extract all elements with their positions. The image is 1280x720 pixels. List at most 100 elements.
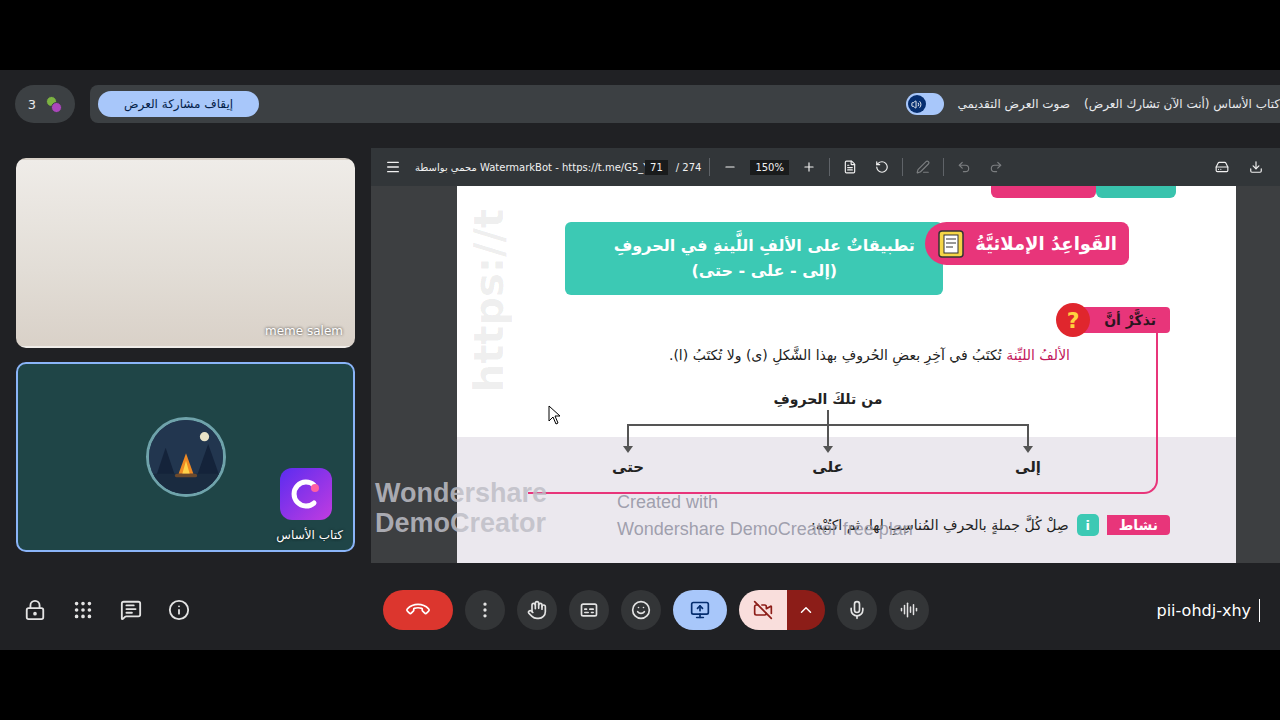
rule-box: الألفُ الليِّنة تُكتَبُ في آخِرِ بعضِ ال…: [528, 329, 1158, 494]
chevron-up-icon: [797, 601, 815, 619]
notebook-icon: [937, 229, 965, 259]
democreator-logo: [280, 468, 332, 520]
call-controls: pii-ohdj-xhy: [0, 580, 1280, 640]
rotate-icon: [875, 160, 889, 174]
lesson-title: تطبيقاتٌ على الألفِ اللَّينةِ في الحروفِ…: [565, 222, 943, 295]
fit-page-icon: [843, 160, 857, 174]
end-call-button[interactable]: [383, 590, 453, 630]
main-row: meme salem كتاب الأساس محمي بواسطة Waterma…: [0, 148, 1280, 563]
participant-count: 3: [28, 97, 36, 112]
tree-leaf: حتى: [528, 424, 728, 476]
meeting-stage: 3 إيقاف مشاركة العرض صوت العرض التقديمي كتا…: [0, 70, 1280, 650]
pdf-title: محمي بواسطة WatermarkBot - https://t.me/…: [415, 162, 656, 173]
raise-hand-button[interactable]: [517, 590, 557, 630]
camera-options-button[interactable]: [787, 590, 825, 630]
rotate-button[interactable]: [870, 155, 894, 179]
chat-button[interactable]: [119, 598, 143, 622]
activity-text: صِلْ كُلَّ جملةٍ بالحرفِ المُناسِبِ لها،…: [811, 517, 1069, 533]
more-button[interactable]: [465, 590, 505, 630]
zoom-input[interactable]: 150%: [750, 160, 789, 175]
campfire-icon: [149, 420, 223, 494]
camera-off-icon: [753, 600, 773, 620]
drive-icon: [1215, 160, 1229, 174]
captions-icon: [579, 600, 599, 620]
participant-name: كتاب الأساس: [276, 528, 343, 542]
sharing-bar: إيقاف مشاركة العرض صوت العرض التقديمي كتاب…: [90, 85, 1280, 123]
pen-icon: [916, 160, 930, 174]
zoom-out-button[interactable]: [718, 155, 742, 179]
page-input[interactable]: 71: [645, 160, 668, 175]
present-icon: [690, 600, 710, 620]
more-icon: [475, 600, 495, 620]
question-badge: ?: [1056, 303, 1090, 337]
remember-tag: تذكَّرْ أنَّ: [1082, 307, 1170, 333]
redo-button[interactable]: [984, 155, 1008, 179]
smile-icon: [631, 600, 651, 620]
participant-avatar: [146, 417, 226, 497]
letters-tree: من تلكَ الحروفِ إلىعلىحتى: [528, 391, 1128, 476]
download-icon: [1249, 160, 1263, 174]
camera-control: [739, 590, 825, 630]
reactions-button[interactable]: [621, 590, 661, 630]
sharing-notice: كتاب الأساس (أنت الآن تشارك العرض): [1084, 97, 1280, 111]
plus-icon: [802, 160, 816, 174]
participant-tile[interactable]: meme salem: [16, 158, 355, 348]
tree-leaf: إلى: [928, 424, 1128, 476]
menu-button[interactable]: [385, 155, 401, 179]
zoom-in-button[interactable]: [797, 155, 821, 179]
audio-level-button[interactable]: [889, 590, 929, 630]
activity-tag: نشاط: [1107, 515, 1170, 535]
undo-icon: [957, 160, 971, 174]
grid-icon: [72, 599, 94, 621]
tree-branch: إلىعلىحتى: [528, 424, 1128, 476]
democreator-logo-icon: [288, 476, 324, 512]
hand-icon: [527, 600, 547, 620]
participant-avatars-icon: [44, 94, 62, 114]
participant-tile[interactable]: كتاب الأساس: [16, 362, 355, 552]
camera-button[interactable]: [739, 590, 787, 630]
menu-icon: [385, 159, 401, 175]
rule-text: الألفُ الليِّنة تُكتَبُ في آخِرِ بعضِ ال…: [528, 347, 1156, 363]
present-button[interactable]: [673, 590, 727, 630]
captions-button[interactable]: [569, 590, 609, 630]
page-total: / 274: [676, 162, 702, 173]
letterbox-bottom: [0, 650, 1280, 720]
chat-icon: [120, 599, 142, 621]
pdf-page: https://tالقَواعِدُ الإملائيَّةُتطبيقاتٌ…: [457, 186, 1236, 563]
presentation-audio-label: صوت العرض التقديمي: [958, 97, 1070, 111]
recording-notice: Created withWondershare DemoCreator free…: [617, 489, 913, 543]
activity-badge: i: [1077, 514, 1099, 536]
toggle-knob: [908, 95, 926, 113]
screen: 3 إيقاف مشاركة العرض صوت العرض التقديمي كتا…: [0, 0, 1280, 720]
top-strip: [457, 186, 1236, 198]
info-button[interactable]: [167, 598, 191, 622]
phone-icon: [404, 596, 432, 624]
redo-icon: [989, 160, 1003, 174]
cursor-icon: [548, 405, 562, 425]
letterbox-top: [0, 0, 1280, 70]
participant-name: meme salem: [265, 324, 343, 338]
activities-button[interactable]: [71, 598, 95, 622]
participants-button[interactable]: 3: [15, 85, 75, 123]
lesson-header: القَواعِدُ الإملائيَّةُتطبيقاتٌ على الأل…: [457, 222, 1236, 295]
meeting-code: pii-ohdj-xhy: [1149, 599, 1261, 622]
top-row: 3 إيقاف مشاركة العرض صوت العرض التقديمي كتا…: [0, 85, 1280, 123]
presentation: محمي بواسطة WatermarkBot - https://t.me/…: [371, 148, 1280, 563]
undo-button[interactable]: [952, 155, 976, 179]
download-button[interactable]: [1244, 155, 1268, 179]
speaker-icon: [911, 99, 922, 110]
annotate-button[interactable]: [911, 155, 935, 179]
save-drive-button[interactable]: [1210, 155, 1234, 179]
pdf-toolbar: محمي بواسطة WatermarkBot - https://t.me/…: [371, 148, 1280, 186]
stop-sharing-button[interactable]: إيقاف مشاركة العرض: [98, 91, 259, 117]
tree-leaf: على: [728, 424, 928, 476]
host-controls-button[interactable]: [23, 598, 47, 622]
tree-title: من تلكَ الحروفِ: [528, 391, 1128, 407]
presentation-audio-toggle[interactable]: [906, 93, 944, 115]
mic-button[interactable]: [837, 590, 877, 630]
page-watermark: https://t: [466, 209, 511, 393]
minus-icon: [723, 160, 737, 174]
lock-icon: [24, 599, 46, 621]
fit-page-button[interactable]: [838, 155, 862, 179]
activity-row: نشاط i صِلْ كُلَّ جملةٍ بالحرفِ المُناسِبِ…: [457, 514, 1236, 536]
